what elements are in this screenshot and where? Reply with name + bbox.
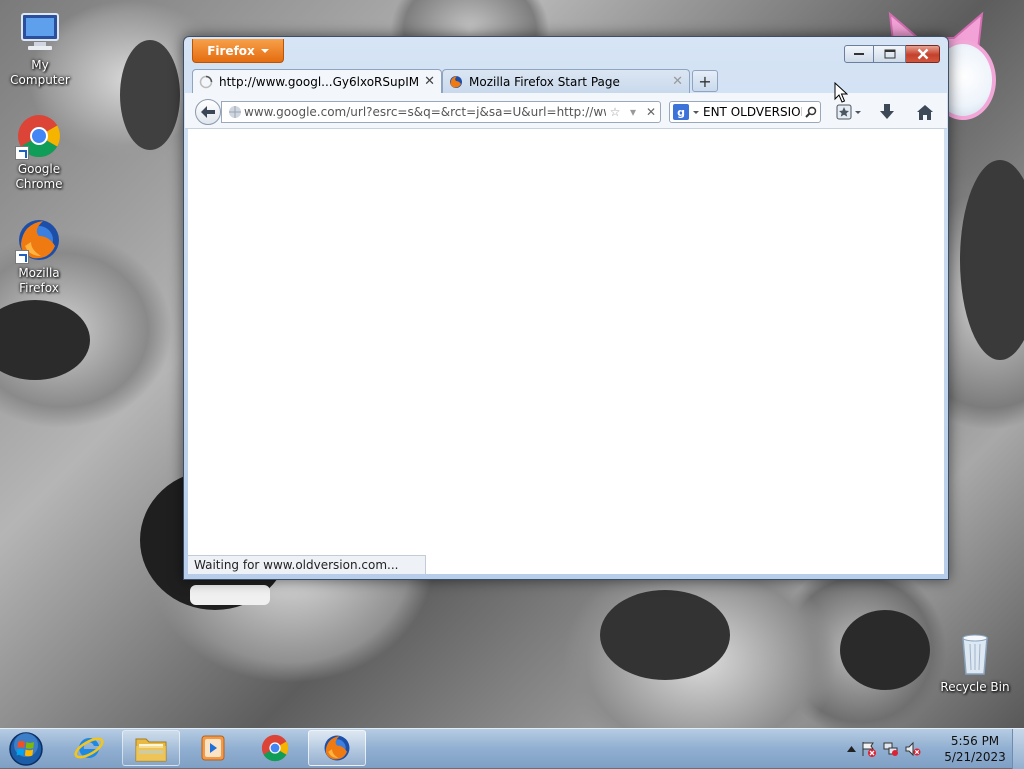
wallpaper-shape (0, 300, 90, 380)
wallpaper-shape (190, 585, 270, 605)
firefox-menu-label: Firefox (207, 43, 255, 58)
taskbar-file-explorer[interactable] (122, 730, 180, 766)
firefox-icon (450, 75, 462, 88)
desktop-icon-recycle-bin[interactable]: Recycle Bin (935, 630, 1015, 695)
chrome-icon (261, 734, 289, 762)
network-icon[interactable] (880, 741, 902, 757)
tab-title: http://www.googl...Gy6lxoRSupIMhvO (219, 74, 419, 89)
stop-icon[interactable]: ✕ (642, 105, 660, 119)
tab-bar: http://www.googl...Gy6lxoRSupIMhvO ✕ Moz… (190, 67, 942, 93)
system-tray (844, 729, 924, 769)
downloads-button[interactable] (877, 101, 897, 123)
search-icon[interactable] (802, 106, 820, 118)
close-tab-icon[interactable]: ✕ (672, 74, 683, 89)
start-button[interactable] (6, 730, 46, 768)
back-arrow-icon (201, 106, 215, 118)
chrome-icon (15, 112, 63, 160)
download-arrow-icon (880, 104, 894, 119)
home-button[interactable] (913, 101, 937, 123)
wallpaper-shape (960, 160, 1024, 360)
taskbar-chrome[interactable] (246, 730, 304, 766)
shortcut-arrow-icon (15, 250, 29, 264)
status-bar: Waiting for www.oldversion.com... (188, 555, 426, 574)
firefox-icon (324, 735, 350, 761)
page-content-area[interactable] (188, 129, 944, 574)
computer-icon (16, 8, 64, 56)
recycle-bin-icon (951, 630, 999, 678)
show-hidden-icons-button[interactable] (844, 746, 858, 752)
windows-start-orb-icon (9, 732, 43, 766)
bookmark-star-icon[interactable]: ☆ (606, 105, 624, 119)
mouse-cursor-icon (834, 82, 848, 103)
desktop-icon-label: Recycle Bin (940, 680, 1010, 694)
action-center-icon[interactable] (858, 741, 880, 757)
volume-muted-icon[interactable] (902, 741, 924, 757)
chevron-down-icon (693, 110, 699, 114)
wallpaper-shape (840, 610, 930, 690)
new-tab-button[interactable]: + (692, 70, 718, 92)
back-button[interactable] (195, 99, 221, 125)
taskbar-firefox[interactable] (308, 730, 366, 766)
url-bar[interactable]: www.google.com/url?esrc=s&q=&rct=j&sa=U&… (221, 101, 661, 123)
wallpaper-shape (600, 590, 730, 680)
home-icon (917, 104, 933, 120)
minimize-icon (854, 53, 864, 55)
tab-google-redirect[interactable]: http://www.googl...Gy6lxoRSupIMhvO ✕ (192, 69, 442, 93)
firefox-icon (15, 216, 63, 264)
taskbar-clock[interactable]: 5:56 PM 5/21/2023 (940, 733, 1010, 765)
minimize-button[interactable] (844, 45, 874, 63)
site-identity-icon[interactable] (226, 105, 244, 119)
close-window-button[interactable] (906, 45, 940, 63)
google-search-engine-icon[interactable]: g (673, 104, 689, 120)
firefox-menu-button[interactable]: Firefox (192, 39, 284, 63)
media-player-icon (201, 735, 225, 761)
bookmarks-menu-button[interactable] (831, 101, 867, 123)
close-icon (917, 48, 928, 60)
desktop-icon-label: Google Chrome (15, 162, 63, 191)
show-desktop-button[interactable] (1012, 729, 1024, 769)
maximize-icon (884, 49, 895, 59)
loading-spinner-icon (199, 75, 213, 88)
status-text: Waiting for www.oldversion.com... (194, 558, 399, 572)
folder-icon (135, 738, 167, 762)
tab-firefox-start-page[interactable]: Mozilla Firefox Start Page ✕ (442, 69, 690, 93)
shortcut-arrow-icon (15, 146, 29, 160)
maximize-button[interactable] (874, 45, 906, 63)
tab-title: Mozilla Firefox Start Page (469, 74, 620, 89)
bookmarks-icon (836, 104, 861, 120)
navigation-toolbar: www.google.com/url?esrc=s&q=&rct=j&sa=U&… (185, 93, 947, 129)
desktop-icon-mozilla-firefox[interactable]: Mozilla Firefox (0, 216, 79, 296)
search-bar[interactable]: g ENT OLDVERSION (669, 101, 821, 123)
close-tab-icon[interactable]: ✕ (424, 74, 435, 89)
ie-icon (74, 737, 104, 759)
plus-icon: + (698, 71, 712, 91)
desktop-icon-label: My Computer (10, 58, 70, 87)
taskbar-internet-explorer[interactable] (60, 730, 118, 766)
desktop-icon-my-computer[interactable]: My Computer (0, 8, 80, 88)
clock-date: 5/21/2023 (944, 750, 1006, 764)
desktop-icon-google-chrome[interactable]: Google Chrome (0, 112, 79, 192)
taskbar: 5:56 PM 5/21/2023 (0, 728, 1024, 769)
chevron-up-icon (846, 746, 856, 752)
url-history-dropdown-icon[interactable]: ▾ (624, 105, 642, 119)
taskbar-media-player[interactable] (184, 730, 242, 766)
desktop-icon-label: Mozilla Firefox (18, 266, 60, 295)
url-text[interactable]: www.google.com/url?esrc=s&q=&rct=j&sa=U&… (244, 105, 606, 119)
wallpaper-shape (120, 40, 180, 150)
clock-time: 5:56 PM (950, 734, 1000, 748)
firefox-window[interactable]: Firefox http://www.googl...Gy6lxoRSupIMh… (183, 36, 949, 580)
search-input[interactable]: ENT OLDVERSION (703, 105, 802, 119)
chevron-down-icon (260, 48, 269, 53)
